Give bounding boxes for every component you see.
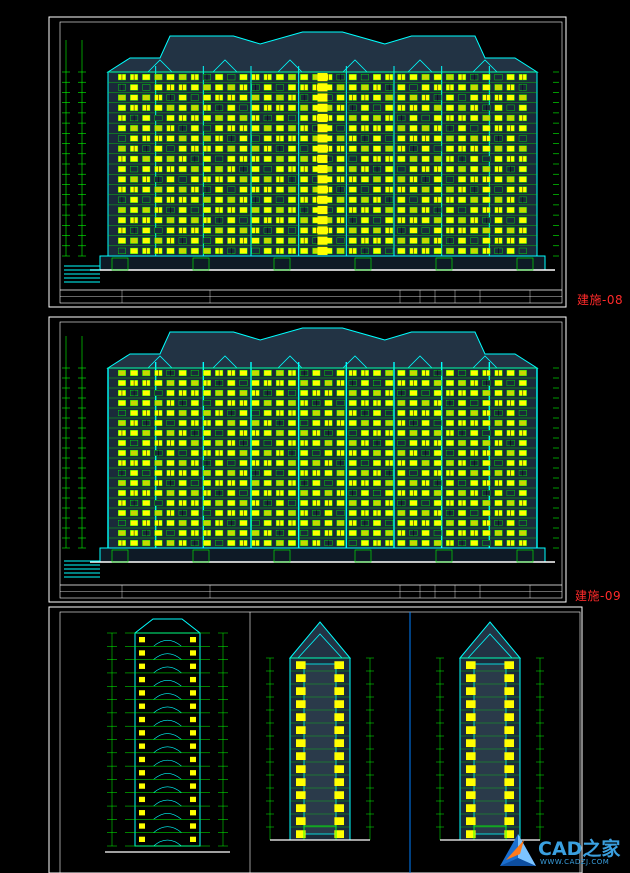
cad-logo-icon	[500, 834, 536, 866]
sheet-1-front-elevation	[48, 16, 567, 308]
sheet-1-number-label: 建施-08	[577, 293, 624, 307]
cad-drawing-canvas	[0, 0, 630, 873]
sheet-2-number-label: 建施-09	[575, 589, 622, 603]
sheet-2-rear-elevation	[48, 316, 567, 603]
watermark-url: WWW.CADZJ.COM	[540, 858, 610, 866]
cadzj-watermark: CAD之家 WWW.CADZJ.COM	[496, 830, 630, 873]
sheet-1-building-elevation	[62, 31, 559, 271]
watermark-brand: CAD之家	[538, 838, 621, 860]
sheet-2-building-elevation	[62, 327, 559, 563]
